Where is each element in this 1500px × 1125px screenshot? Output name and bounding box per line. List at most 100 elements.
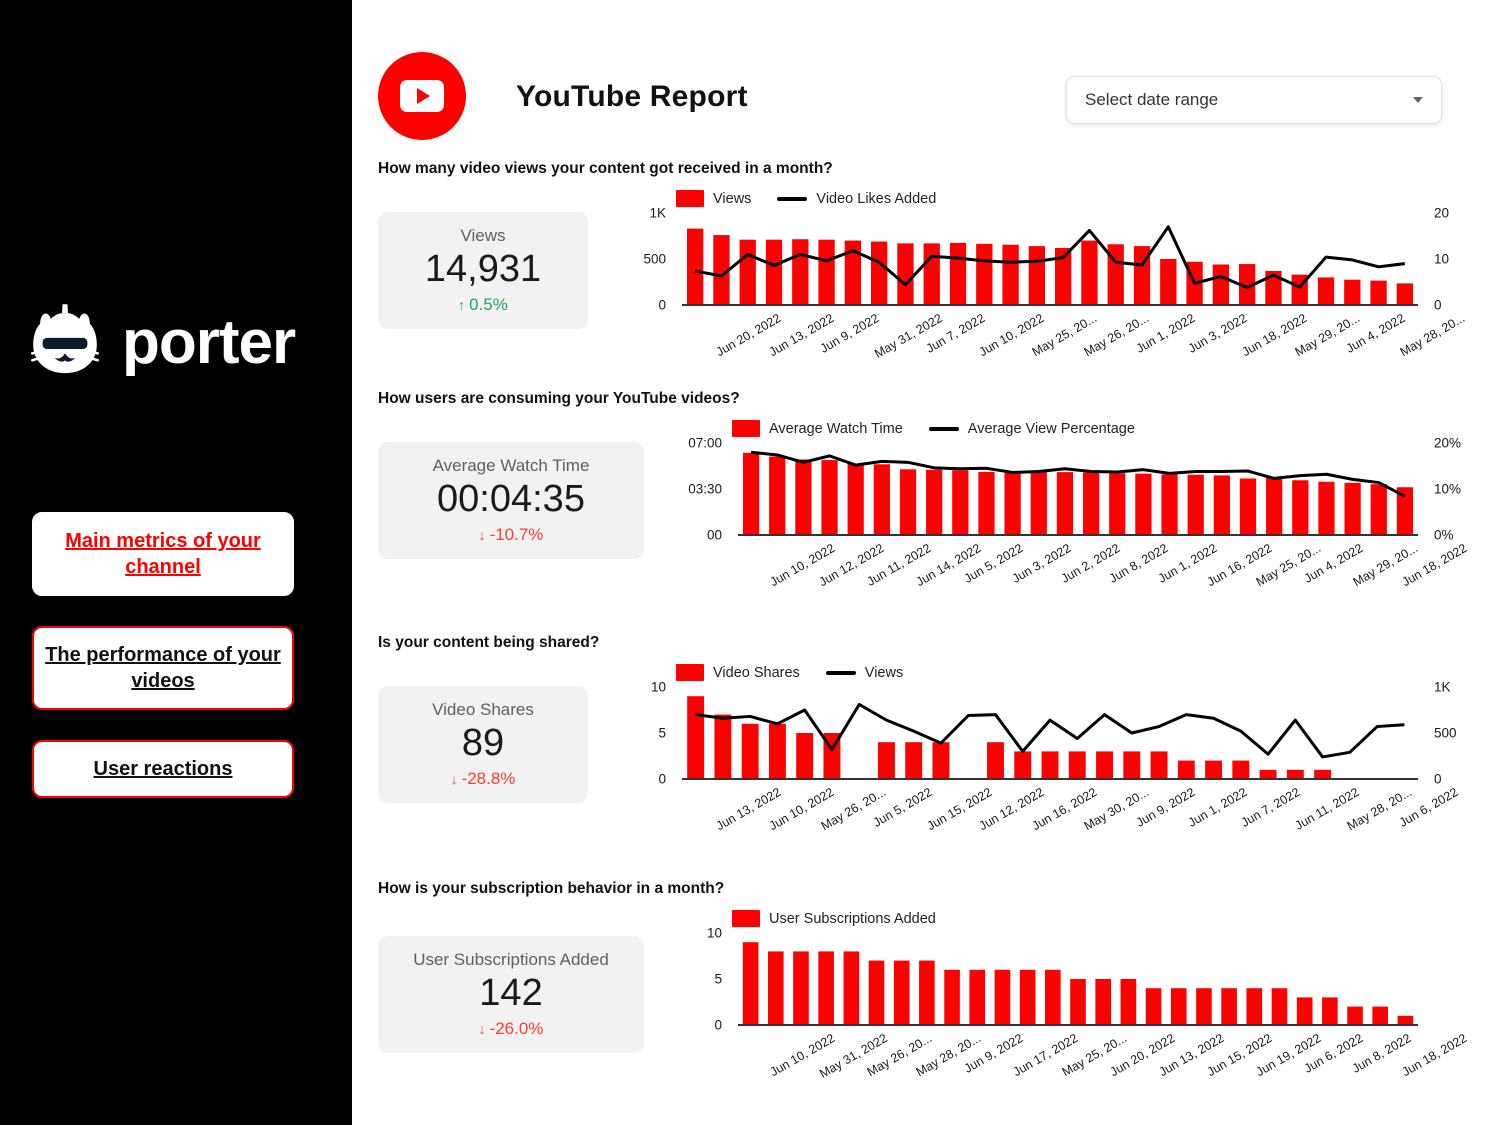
dashboard-page: porter Main metrics of your channel The … (0, 0, 1500, 1125)
axis-tick: 500 (1434, 725, 1457, 741)
bar (1344, 482, 1361, 535)
bar (1322, 997, 1338, 1025)
date-range-select[interactable]: Select date range (1066, 76, 1442, 124)
axis-tick: 1K (649, 205, 666, 221)
plot-area: 0 5 10 (684, 926, 1470, 1033)
bar (868, 960, 885, 1025)
chart-subscriptions: User Subscriptions Added 0 5 10 Jun 10, 20… (684, 910, 1470, 1081)
legend-label: Average View Percentage (967, 420, 1135, 437)
bar (1161, 474, 1178, 535)
axis-tick: 10 (706, 925, 722, 941)
legend-item-average-view-percentage: Average View Percentage (928, 420, 1135, 437)
bar (870, 241, 888, 305)
axis-tick: 20% (1434, 435, 1462, 451)
bar (795, 459, 812, 535)
x-axis-labels: Jun 13, 2022 Jun 10, 2022 May 26, 20... Jun… (682, 781, 1460, 839)
bar (1019, 969, 1036, 1025)
bar (969, 969, 986, 1025)
bar (1344, 279, 1361, 305)
bar (714, 714, 732, 779)
bar (976, 243, 993, 305)
bar (818, 951, 834, 1025)
bar (1292, 480, 1309, 535)
bar (1056, 472, 1074, 535)
legend-label: User Subscriptions Added (769, 910, 936, 927)
bar (741, 723, 759, 779)
bar (1212, 264, 1230, 305)
kpi-delta-value: -10.7% (489, 524, 544, 544)
bar (949, 242, 967, 305)
bar (1397, 1015, 1414, 1025)
bar (873, 464, 890, 535)
bar (686, 228, 704, 305)
axis-tick: 5 (714, 971, 722, 987)
bar (1014, 751, 1032, 779)
bar (897, 243, 914, 305)
bar (1177, 760, 1195, 779)
sidebar-item-main-metrics[interactable]: Main metrics of your channel (32, 512, 294, 596)
sidebar-item-video-performance[interactable]: The performance of your videos (32, 626, 294, 710)
bar (1135, 473, 1152, 535)
chart-watch-time: Average Watch Time Average View Percenta… (684, 420, 1470, 589)
chart-video-shares: Video Shares Views 0 5 10 0 500 1K Jun 13, 2… (628, 664, 1470, 833)
section-video-shares: Is your content being shared? Video Shar… (378, 634, 1470, 833)
bar (919, 960, 935, 1025)
date-range-label: Select date range (1085, 90, 1219, 109)
legend-label: Average Watch Time (769, 420, 903, 437)
right-axis: 0% 10% 20% (1424, 436, 1470, 543)
bar (1296, 997, 1313, 1025)
x-axis-tick-label: May 28, 20... (1397, 311, 1467, 360)
bar (1081, 240, 1098, 305)
chart-canvas (682, 687, 1418, 780)
axis-tick: 20 (1434, 205, 1450, 221)
sidebar-item-label: The performance of your videos (45, 644, 281, 692)
axis-tick: 1K (1434, 679, 1451, 695)
axis-tick: 10 (1434, 251, 1450, 267)
bar (739, 239, 756, 305)
line-swatch-icon (777, 196, 808, 201)
bar (1221, 988, 1237, 1025)
bar (1372, 1006, 1389, 1025)
sidebar-item-user-reactions[interactable]: User reactions (32, 740, 294, 798)
bar (742, 452, 760, 535)
arrow-down-icon: ↓ (450, 770, 458, 787)
axis-tick: 0 (658, 297, 666, 313)
bar (1070, 979, 1086, 1025)
youtube-play-icon (378, 52, 466, 140)
arrow-up-icon: ↑ (458, 296, 466, 313)
bar (1145, 988, 1162, 1025)
bar (978, 471, 995, 535)
bar (899, 469, 917, 535)
bar (1314, 769, 1332, 779)
bar (1082, 472, 1100, 535)
bar (847, 463, 864, 535)
kpi-delta: ↓ -26.0% (479, 1019, 544, 1039)
bar (932, 742, 950, 779)
axis-tick: 10% (1434, 481, 1462, 497)
kpi-delta-value: -28.8% (461, 768, 516, 788)
arrow-down-icon: ↓ (478, 1020, 486, 1037)
bar (944, 969, 960, 1025)
bar-swatch-icon (676, 664, 704, 681)
bar (1271, 988, 1288, 1025)
chart-views: Views Video Likes Added 0 500 1K 0 10 20 Jun… (628, 190, 1470, 361)
legend-label: Video Likes Added (816, 190, 937, 207)
bar (1109, 473, 1126, 535)
page-title: YouTube Report (516, 80, 748, 113)
kpi-value: 89 (461, 722, 505, 764)
x-axis-tick-label: Jun 1, 2022 (1186, 785, 1250, 830)
line-swatch-icon (825, 670, 856, 675)
chart-canvas (738, 443, 1418, 536)
axis-tick: 0 (714, 1017, 722, 1033)
bar (1205, 760, 1223, 779)
bar (1347, 1006, 1363, 1025)
axis-tick: 0% (1434, 527, 1454, 543)
bar (1370, 280, 1387, 305)
legend-item-views: Views (825, 665, 903, 681)
section-question: How is your subscription behavior in a m… (378, 880, 725, 897)
bar (1232, 760, 1250, 779)
left-axis: 0 500 1K (628, 206, 674, 313)
brand: porter (22, 300, 296, 386)
left-axis: 0 5 10 (628, 680, 674, 787)
kpi-delta-value: -26.0% (489, 1018, 544, 1038)
